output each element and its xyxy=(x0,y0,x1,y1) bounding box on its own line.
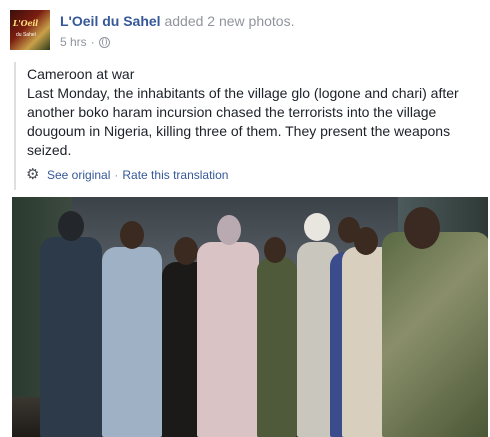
action-text: added 2 new photos. xyxy=(164,13,295,29)
header-line: L'Oeil du Sahel added 2 new photos. xyxy=(60,13,294,29)
photo-figure xyxy=(382,232,488,437)
globe-icon[interactable] xyxy=(98,36,110,48)
photo-figure-head xyxy=(174,237,198,265)
photo-figure-head xyxy=(404,207,440,249)
photo-figure-head xyxy=(58,211,84,241)
photo-figure xyxy=(257,257,297,437)
translated-post: Cameroon at war Last Monday, the inhabit… xyxy=(14,62,484,190)
photo-figure-head xyxy=(217,215,241,245)
timestamp-link[interactable]: 5 hrs xyxy=(60,35,87,49)
page-name-link[interactable]: L'Oeil du Sahel xyxy=(60,13,161,29)
see-original-link[interactable]: See original xyxy=(47,168,110,182)
photo-figure-head xyxy=(304,213,330,241)
post-body: Last Monday, the inhabitants of the vill… xyxy=(27,85,459,158)
photo-figure-head xyxy=(120,221,144,249)
photo-figure xyxy=(197,242,259,437)
avatar-logo-subtext: du Sahel xyxy=(16,32,36,38)
photo-figure xyxy=(40,237,102,437)
post-meta: 5 hrs · xyxy=(60,35,110,49)
translation-bar: See original · Rate this translation xyxy=(26,165,228,183)
meta-separator: · xyxy=(90,35,95,49)
gear-icon[interactable] xyxy=(26,165,39,183)
post-header: L'Oeil du Sahel L'Oeil du Sahel added 2 … xyxy=(0,0,490,60)
photo-figure-head xyxy=(264,237,286,263)
photo-figure-head xyxy=(354,227,378,255)
rate-translation-link[interactable]: Rate this translation xyxy=(122,168,228,182)
page-avatar[interactable]: L'Oeil du Sahel xyxy=(10,10,50,50)
post-first-line: Cameroon at war xyxy=(27,66,135,82)
photo-figure xyxy=(102,247,162,437)
translation-separator: · xyxy=(114,168,119,182)
avatar-logo-text: L'Oeil xyxy=(13,18,39,28)
post-photo[interactable] xyxy=(12,197,488,437)
post-text: Cameroon at war Last Monday, the inhabit… xyxy=(27,62,484,160)
